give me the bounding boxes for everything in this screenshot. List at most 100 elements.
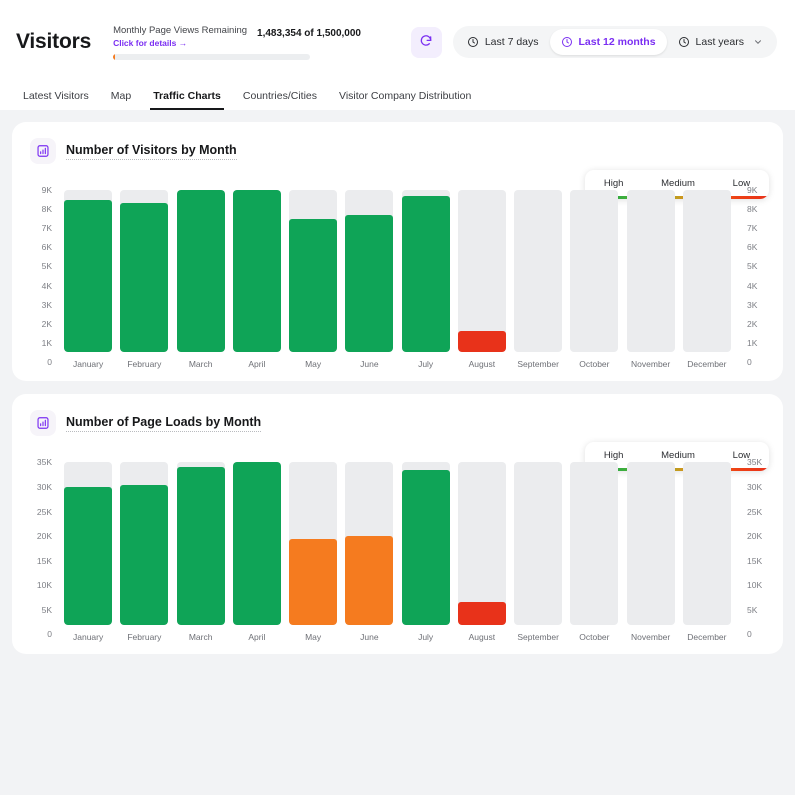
bar-track[interactable] — [233, 462, 281, 624]
x-tick-label: November — [631, 359, 670, 369]
bar-track[interactable] — [120, 462, 168, 624]
bar-fill[interactable] — [289, 539, 337, 625]
y-tick-label: 5K — [747, 605, 757, 615]
tab-map[interactable]: Map — [100, 90, 142, 110]
clock-icon — [467, 36, 479, 48]
bar-track[interactable] — [402, 462, 450, 624]
bar-column[interactable]: January — [60, 190, 116, 369]
y-tick-label: 15K — [747, 556, 762, 566]
bar-column[interactable]: April — [229, 190, 285, 369]
bar-fill[interactable] — [120, 485, 168, 625]
tab-label: Traffic Charts — [153, 90, 221, 102]
bar-column[interactable]: September — [510, 462, 566, 641]
chart-title: Number of Page Loads by Month — [66, 415, 261, 432]
app-header: Visitors Monthly Page Views Remaining Cl… — [0, 0, 795, 110]
chart-header: Number of Page Loads by Month — [26, 410, 769, 436]
bar-column[interactable]: March — [173, 190, 229, 369]
bar-track[interactable] — [345, 190, 393, 352]
bar-column[interactable]: November — [623, 462, 679, 641]
bar-track[interactable] — [514, 462, 562, 624]
bar-fill[interactable] — [289, 219, 337, 353]
bar-track[interactable] — [683, 462, 731, 624]
quota-text-group: Monthly Page Views Remaining Click for d… — [113, 24, 247, 49]
bar-track[interactable] — [627, 190, 675, 352]
bar-fill[interactable] — [458, 602, 506, 624]
bar-track[interactable] — [177, 462, 225, 624]
x-tick-label: June — [360, 632, 378, 642]
bar-fill[interactable] — [177, 467, 225, 624]
bar-track[interactable] — [289, 462, 337, 624]
bar-chart-icon — [36, 416, 50, 430]
bar-group: JanuaryFebruaryMarchAprilMay June JulyAugu… — [52, 462, 743, 641]
bar-fill[interactable] — [233, 462, 281, 624]
bar-fill[interactable] — [345, 215, 393, 353]
tab-latest-visitors[interactable]: Latest Visitors — [12, 90, 100, 110]
bar-track[interactable] — [683, 190, 731, 352]
bar-fill[interactable] — [233, 190, 281, 352]
y-tick-label: 2K — [747, 319, 757, 329]
bar-column[interactable]: September — [510, 190, 566, 369]
chart-plot-area: 35K30K25K20K15K10K5K0JanuaryFebruaryMarc… — [26, 462, 769, 641]
bar-fill[interactable] — [345, 536, 393, 624]
bar-column[interactable]: August — [454, 190, 510, 369]
bar-column[interactable]: July — [398, 190, 454, 369]
bar-fill[interactable] — [458, 331, 506, 352]
tab-label: Countries/Cities — [243, 90, 317, 102]
bar-track[interactable] — [120, 190, 168, 352]
clock-icon — [678, 36, 690, 48]
range-option-last-years[interactable]: Last years — [667, 29, 774, 55]
bar-column[interactable]: May — [285, 190, 341, 369]
x-tick-label: April — [248, 359, 265, 369]
bar-column[interactable]: November — [623, 190, 679, 369]
tab-traffic-charts[interactable]: Traffic Charts — [142, 90, 232, 110]
bar-fill[interactable] — [177, 190, 225, 352]
y-tick-label: 1K — [42, 338, 52, 348]
bar-track[interactable] — [570, 190, 618, 352]
bar-column[interactable]: December — [679, 190, 735, 369]
bar-track[interactable] — [458, 462, 506, 624]
bar-fill[interactable] — [402, 196, 450, 353]
tab-visitor-company-distribution[interactable]: Visitor Company Distribution — [328, 90, 482, 110]
bar-track[interactable] — [289, 190, 337, 352]
bar-track[interactable] — [402, 190, 450, 352]
bar-column[interactable]: October — [566, 462, 622, 641]
quota-details-link[interactable]: Click for details → — [113, 37, 247, 49]
bar-group: January FebruaryMarch April MayJuneJulyAugu… — [52, 190, 743, 369]
tab-countries-cities[interactable]: Countries/Cities — [232, 90, 328, 110]
bar-column[interactable]: January — [60, 462, 116, 641]
bar-column[interactable]: May — [285, 462, 341, 641]
chevron-down-icon[interactable] — [753, 37, 763, 47]
bar-column[interactable]: March — [173, 462, 229, 641]
bar-column[interactable]: December — [679, 462, 735, 641]
y-tick-label: 7K — [42, 223, 52, 233]
bar-track[interactable] — [64, 462, 112, 624]
bar-column[interactable]: October — [566, 190, 622, 369]
y-tick-label: 9K — [747, 185, 757, 195]
bar-column[interactable]: June — [341, 190, 397, 369]
bar-fill[interactable] — [64, 200, 112, 353]
bar-column[interactable]: August — [454, 462, 510, 641]
bar-track[interactable] — [64, 190, 112, 352]
bar-track[interactable] — [177, 190, 225, 352]
bar-track[interactable] — [233, 190, 281, 352]
range-option-last-12-months[interactable]: Last 12 months — [550, 29, 667, 55]
bar-track[interactable] — [514, 190, 562, 352]
bar-fill[interactable] — [64, 487, 112, 625]
bar-track[interactable] — [458, 190, 506, 352]
bar-column[interactable]: June — [341, 462, 397, 641]
bar-column[interactable]: July — [398, 462, 454, 641]
bar-fill[interactable] — [120, 203, 168, 352]
bar-column[interactable]: February — [116, 190, 172, 369]
bar-column[interactable]: February — [116, 462, 172, 641]
y-axis-left: 35K30K25K20K15K10K5K0 — [26, 462, 52, 634]
quota-top: Monthly Page Views Remaining Click for d… — [113, 24, 361, 49]
bar-fill[interactable] — [402, 470, 450, 625]
bar-track[interactable] — [570, 462, 618, 624]
y-tick-label: 2K — [42, 319, 52, 329]
bar-track[interactable] — [345, 462, 393, 624]
bar-track[interactable] — [627, 462, 675, 624]
refresh-button[interactable] — [411, 27, 442, 58]
bar-column[interactable]: April — [229, 462, 285, 641]
x-tick-label: January — [73, 359, 103, 369]
range-option-last-7-days[interactable]: Last 7 days — [456, 29, 550, 55]
